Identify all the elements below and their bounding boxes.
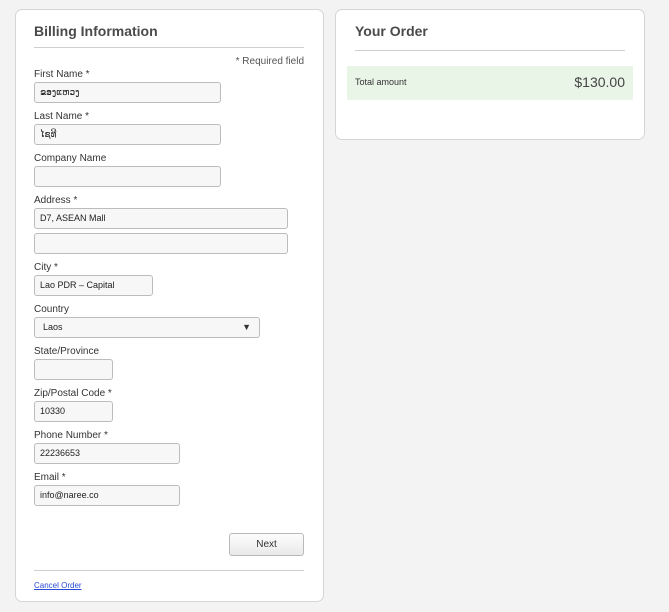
total-amount-label: Total amount [355, 77, 407, 87]
order-title: Your Order [355, 23, 428, 39]
country-label: Country [34, 304, 70, 315]
country-selected-value: Laos [43, 322, 63, 332]
company-name-label: Company Name [34, 153, 107, 164]
zip-label: Zip/Postal Code * [34, 388, 112, 399]
total-amount-value: $130.00 [574, 74, 625, 90]
order-panel: Your Order Total amount $130.00 [335, 9, 645, 140]
address-line1-field[interactable]: D7, ASEAN Mall [34, 208, 288, 229]
cancel-order-link[interactable]: Cancel Order [34, 581, 82, 590]
billing-title: Billing Information [34, 23, 158, 39]
total-amount-row: Total amount $130.00 [347, 66, 633, 100]
country-select[interactable]: Laos ▼ [34, 317, 260, 338]
billing-title-divider [34, 47, 304, 48]
city-label: City * [34, 262, 58, 273]
email-label: Email * [34, 472, 66, 483]
dropdown-arrow-icon: ▼ [242, 322, 251, 332]
address-label: Address * [34, 195, 78, 206]
first-name-label: First Name * [34, 69, 90, 80]
last-name-field[interactable]: ໄຊທີ [34, 124, 221, 145]
email-field[interactable]: info@naree.co [34, 485, 180, 506]
next-button[interactable]: Next [229, 533, 304, 556]
phone-label: Phone Number * [34, 430, 108, 441]
state-field[interactable] [34, 359, 113, 380]
first-name-field[interactable]: ຂອງແຫວງ [34, 82, 221, 103]
company-name-field[interactable] [34, 166, 221, 187]
billing-panel: Billing Information * Required field Fir… [15, 9, 324, 602]
address-line2-field[interactable] [34, 233, 288, 254]
order-title-divider [355, 50, 625, 51]
last-name-label: Last Name * [34, 111, 90, 122]
phone-field[interactable]: 22236653 [34, 443, 180, 464]
required-field-note: * Required field [235, 56, 304, 67]
city-field[interactable]: Lao PDR – Capital [34, 275, 153, 296]
zip-field[interactable]: 10330 [34, 401, 113, 422]
footer-divider [34, 570, 304, 571]
state-label: State/Province [34, 346, 100, 357]
